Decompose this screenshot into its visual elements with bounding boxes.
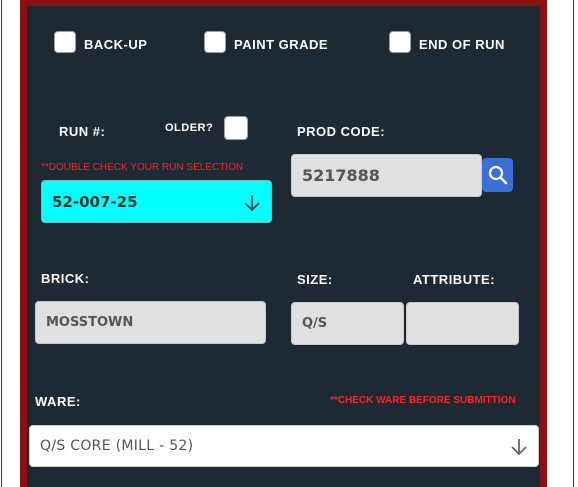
brick-field[interactable]: MOSSTOWN [35, 301, 266, 344]
right-page-line [573, 0, 574, 487]
run-selection-warning: **DOUBLE CHECK YOUR RUN SELECTION [41, 162, 244, 173]
form-panel [27, 6, 540, 487]
brick-value: MOSSTOWN [46, 315, 134, 330]
ware-select[interactable]: Q/S CORE (MILL - 52) [29, 425, 539, 467]
prod-code-label: PROD CODE: [297, 124, 386, 139]
prod-code-field[interactable]: 5217888 [291, 154, 482, 197]
backup-checkbox[interactable] [54, 31, 76, 53]
brick-label: BRICK: [41, 271, 90, 286]
paint-grade-checkbox[interactable] [204, 31, 226, 53]
older-label: OLDER? [165, 122, 214, 134]
size-label: SIZE: [297, 272, 333, 287]
arrow-down-icon [244, 195, 260, 212]
arrow-down-icon [511, 439, 527, 456]
paint-grade-label: PAINT GRADE [234, 37, 329, 52]
search-button[interactable] [482, 158, 513, 192]
attribute-label: ATTRIBUTE: [413, 272, 496, 287]
size-value: Q/S [302, 316, 328, 331]
ware-warning: **CHECK WARE BEFORE SUBMITTION [330, 395, 516, 406]
size-field[interactable]: Q/S [291, 302, 404, 345]
end-of-run-checkbox[interactable] [389, 31, 411, 53]
backup-label: BACK-UP [84, 37, 148, 52]
left-page-line [1, 0, 2, 487]
attribute-field[interactable] [406, 302, 519, 345]
run-number-label: RUN #: [59, 124, 106, 139]
prod-code-value: 5217888 [302, 166, 380, 185]
older-checkbox[interactable] [224, 116, 248, 140]
ware-label: WARE: [35, 394, 81, 409]
search-icon [488, 165, 507, 185]
run-select[interactable]: 52-007-25 [41, 180, 272, 223]
run-select-value: 52-007-25 [52, 192, 138, 211]
end-of-run-label: END OF RUN [419, 37, 505, 52]
ware-select-value: Q/S CORE (MILL - 52) [40, 438, 194, 454]
